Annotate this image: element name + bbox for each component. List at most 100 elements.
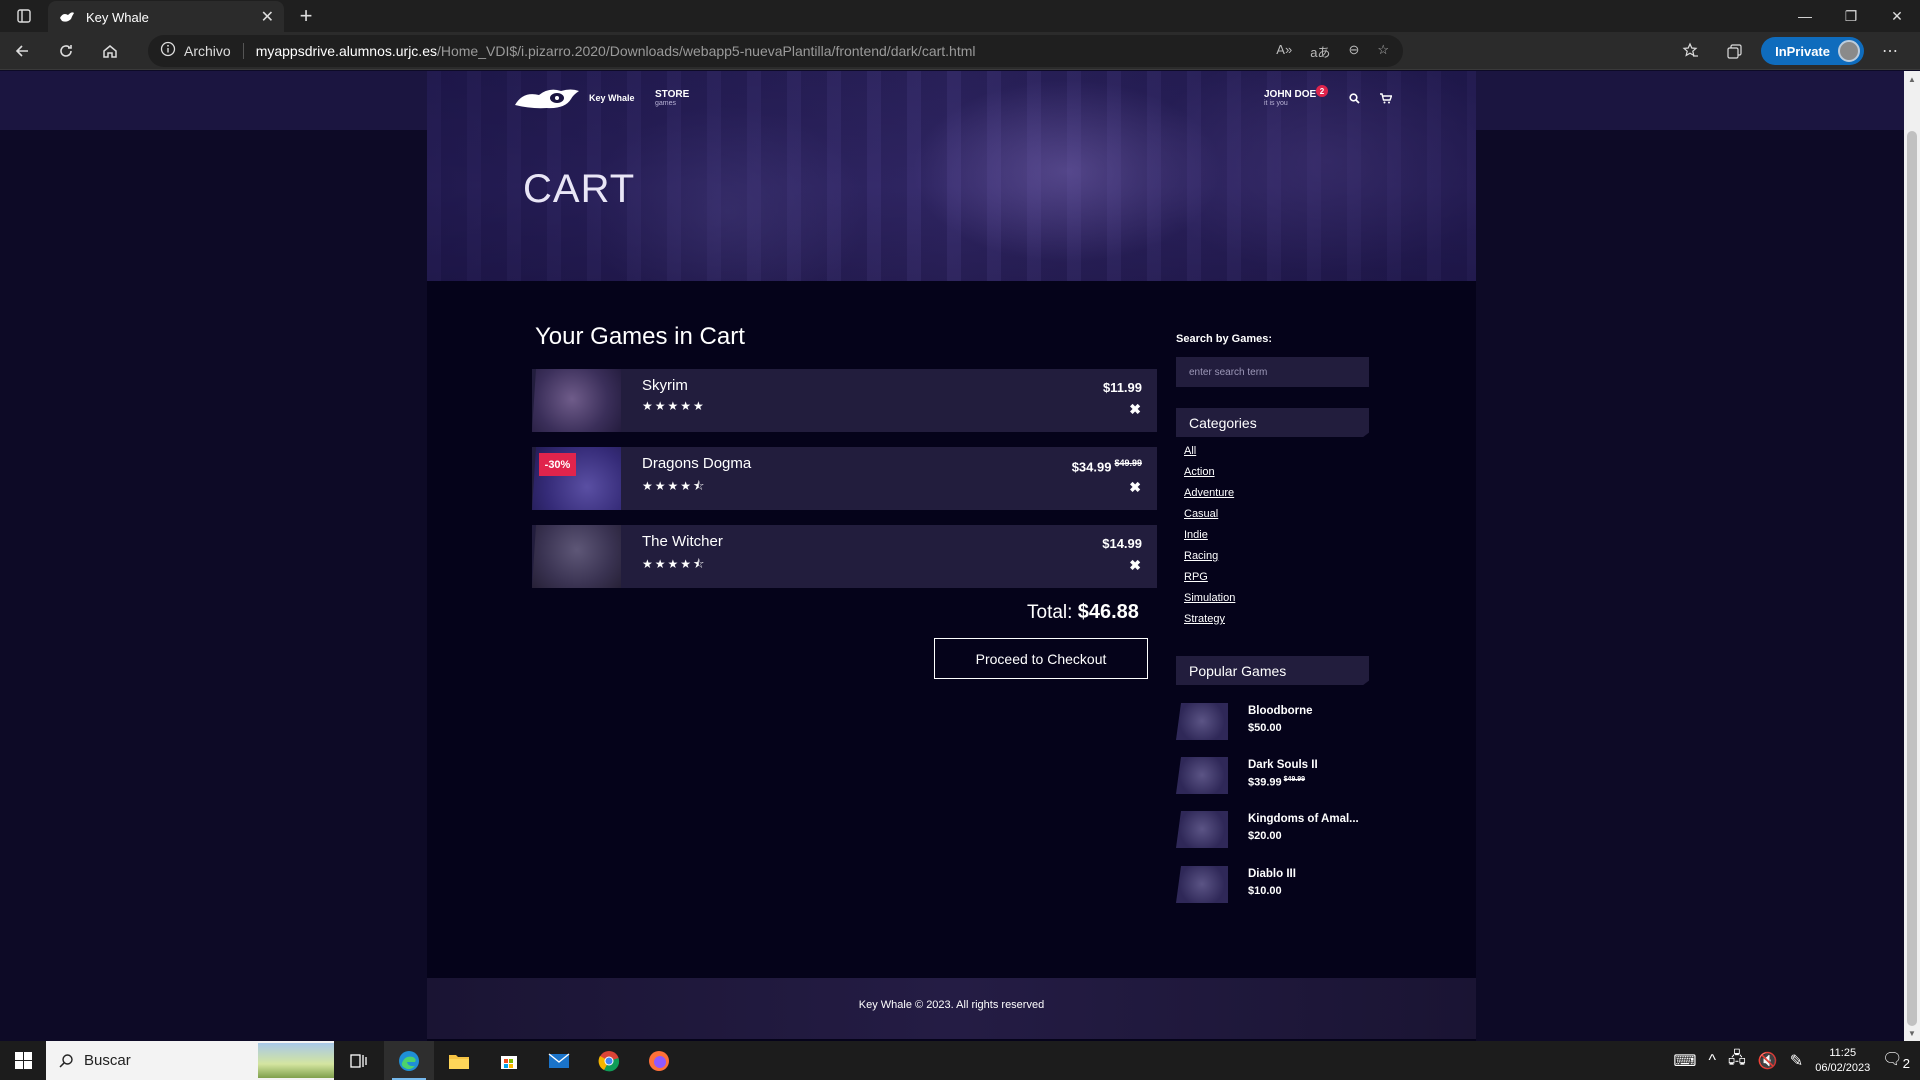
item-name[interactable]: Skyrim — [642, 377, 688, 394]
popular-game[interactable]: Bloodborne $50.00 — [1176, 701, 1369, 743]
info-icon[interactable] — [160, 41, 176, 62]
close-window-icon[interactable]: ✕ — [1874, 0, 1920, 32]
minimize-icon[interactable]: — — [1782, 0, 1828, 32]
scroll-thumb[interactable] — [1907, 131, 1917, 1026]
inprivate-button[interactable]: InPrivate — [1761, 37, 1864, 65]
refresh-icon[interactable] — [44, 32, 88, 70]
add-favorite-icon[interactable]: ☆ — [1377, 42, 1389, 61]
taskbar-search[interactable]: Buscar — [46, 1041, 334, 1080]
cart-total: Total: $46.88 — [1027, 601, 1139, 624]
scroll-up-icon[interactable]: ▲ — [1904, 71, 1920, 87]
list-item: Simulation — [1184, 592, 1235, 613]
category-link[interactable]: Casual — [1184, 508, 1218, 520]
user-name: JOHN DOE — [1264, 89, 1317, 100]
game-thumbnail[interactable] — [532, 369, 621, 432]
collections-icon[interactable] — [1717, 35, 1753, 67]
taskbar-search-placeholder: Buscar — [84, 1052, 131, 1069]
remove-item-icon[interactable]: ✖ — [1129, 557, 1141, 574]
volume-muted-icon[interactable]: 🔇 — [1758, 1051, 1778, 1071]
rating-stars: ★★★★★ — [642, 399, 706, 413]
category-link[interactable]: Action — [1184, 466, 1215, 478]
category-link[interactable]: RPG — [1184, 571, 1208, 583]
clock-date: 06/02/2023 — [1815, 1061, 1871, 1074]
firefox-icon[interactable] — [634, 1041, 684, 1080]
list-item: Casual — [1184, 508, 1235, 529]
popular-games-title: Popular Games — [1176, 656, 1369, 685]
notification-center-icon[interactable]: 🗨2 — [1882, 1049, 1910, 1071]
search-highlight-image — [258, 1043, 334, 1078]
category-link[interactable]: Adventure — [1184, 487, 1234, 499]
game-thumbnail[interactable] — [532, 525, 621, 588]
restore-icon[interactable]: ❐ — [1828, 0, 1874, 32]
home-icon[interactable] — [88, 32, 132, 70]
total-value: $46.88 — [1077, 601, 1139, 623]
page-title: CART — [523, 167, 636, 211]
mail-icon[interactable] — [534, 1041, 584, 1080]
url-box[interactable]: Archivo myappsdrive.alumnos.urjc.es /Hom… — [148, 35, 1403, 67]
checkout-button[interactable]: Proceed to Checkout — [934, 638, 1148, 679]
page-scrollbar[interactable]: ▲ ▼ — [1904, 71, 1920, 1041]
file-explorer-icon[interactable] — [434, 1041, 484, 1080]
security-label: Archivo — [184, 43, 231, 59]
page-viewport: Key Whale STORE games JOHN DOE it is you… — [0, 71, 1904, 1041]
browser-tab[interactable]: Key Whale ✕ — [48, 1, 284, 33]
user-sub: it is you — [1264, 100, 1288, 107]
rating-stars: ★★★★⯪ — [642, 479, 707, 493]
nav-store-label: STORE — [655, 89, 690, 100]
popular-game[interactable]: Kingdoms of Amal... $20.00 — [1176, 809, 1369, 851]
game-search-input[interactable] — [1176, 357, 1369, 387]
translate-icon[interactable]: aあ — [1310, 42, 1330, 61]
category-link[interactable]: Simulation — [1184, 592, 1235, 604]
search-icon[interactable] — [1347, 91, 1361, 105]
logo-text: Key Whale — [589, 93, 635, 103]
keyboard-icon[interactable]: ⌨ — [1673, 1051, 1696, 1071]
network-icon[interactable]: 🖧 — [1728, 1047, 1746, 1074]
windows-start-icon[interactable] — [0, 1041, 46, 1080]
back-icon[interactable] — [0, 32, 44, 70]
list-item: Racing — [1184, 550, 1235, 571]
cart-item: The Witcher ★★★★⯪ $14.99 ✖ — [532, 525, 1157, 588]
game-price: $50.00 — [1248, 722, 1282, 734]
category-link[interactable]: Strategy — [1184, 613, 1225, 625]
edge-browser-icon[interactable] — [384, 1041, 434, 1080]
cart-icon[interactable] — [1379, 91, 1393, 105]
item-name[interactable]: Dragons Dogma — [642, 455, 751, 472]
microsoft-store-icon[interactable] — [484, 1041, 534, 1080]
category-link[interactable]: Indie — [1184, 529, 1208, 541]
read-aloud-icon[interactable]: A» — [1276, 42, 1292, 61]
tab-actions-icon[interactable] — [0, 0, 48, 32]
zoom-out-icon[interactable]: ⊖ — [1348, 42, 1359, 61]
game-price-block: $39.99 $49.99 — [1248, 776, 1305, 789]
chrome-icon[interactable] — [584, 1041, 634, 1080]
url-divider — [242, 43, 244, 59]
remove-item-icon[interactable]: ✖ — [1129, 401, 1141, 418]
task-view-icon[interactable] — [334, 1041, 384, 1080]
clock[interactable]: 11:25 06/02/2023 — [1815, 1046, 1870, 1076]
scroll-down-icon[interactable]: ▼ — [1904, 1025, 1920, 1041]
total-label: Total: — [1027, 602, 1073, 623]
old-price: $49.99 — [1114, 458, 1142, 468]
item-name[interactable]: The Witcher — [642, 533, 723, 550]
logo[interactable]: Key Whale — [513, 85, 635, 111]
list-item: RPG — [1184, 571, 1235, 592]
user-menu[interactable]: JOHN DOE it is you — [1264, 89, 1316, 107]
remove-item-icon[interactable]: ✖ — [1129, 479, 1141, 496]
game-thumbnail — [1176, 866, 1228, 903]
cart-item: -30% Dragons Dogma ★★★★⯪ $34.99 $49.99 ✖ — [532, 447, 1157, 510]
list-item: Action — [1184, 466, 1235, 487]
popular-game[interactable]: Dark Souls II $39.99 $49.99 — [1176, 755, 1369, 797]
item-price: $34.99 $49.99 — [1072, 458, 1142, 474]
price-value: $14.99 — [1102, 536, 1142, 551]
popular-game[interactable]: Diablo III $10.00 — [1176, 864, 1369, 906]
show-hidden-icons-icon[interactable]: ^ — [1709, 1052, 1717, 1070]
game-name: Bloodborne — [1248, 705, 1313, 717]
category-link[interactable]: Racing — [1184, 550, 1218, 562]
tab-close-icon[interactable]: ✕ — [261, 7, 274, 27]
more-icon[interactable]: ⋯ — [1872, 35, 1908, 67]
category-link[interactable]: All — [1184, 445, 1196, 457]
new-tab-icon[interactable]: + — [290, 0, 322, 32]
pen-icon[interactable]: ✎ — [1790, 1051, 1803, 1071]
favorites-icon[interactable] — [1673, 35, 1709, 67]
price-value: $34.99 — [1071, 459, 1112, 475]
nav-store-link[interactable]: STORE games — [655, 89, 689, 107]
